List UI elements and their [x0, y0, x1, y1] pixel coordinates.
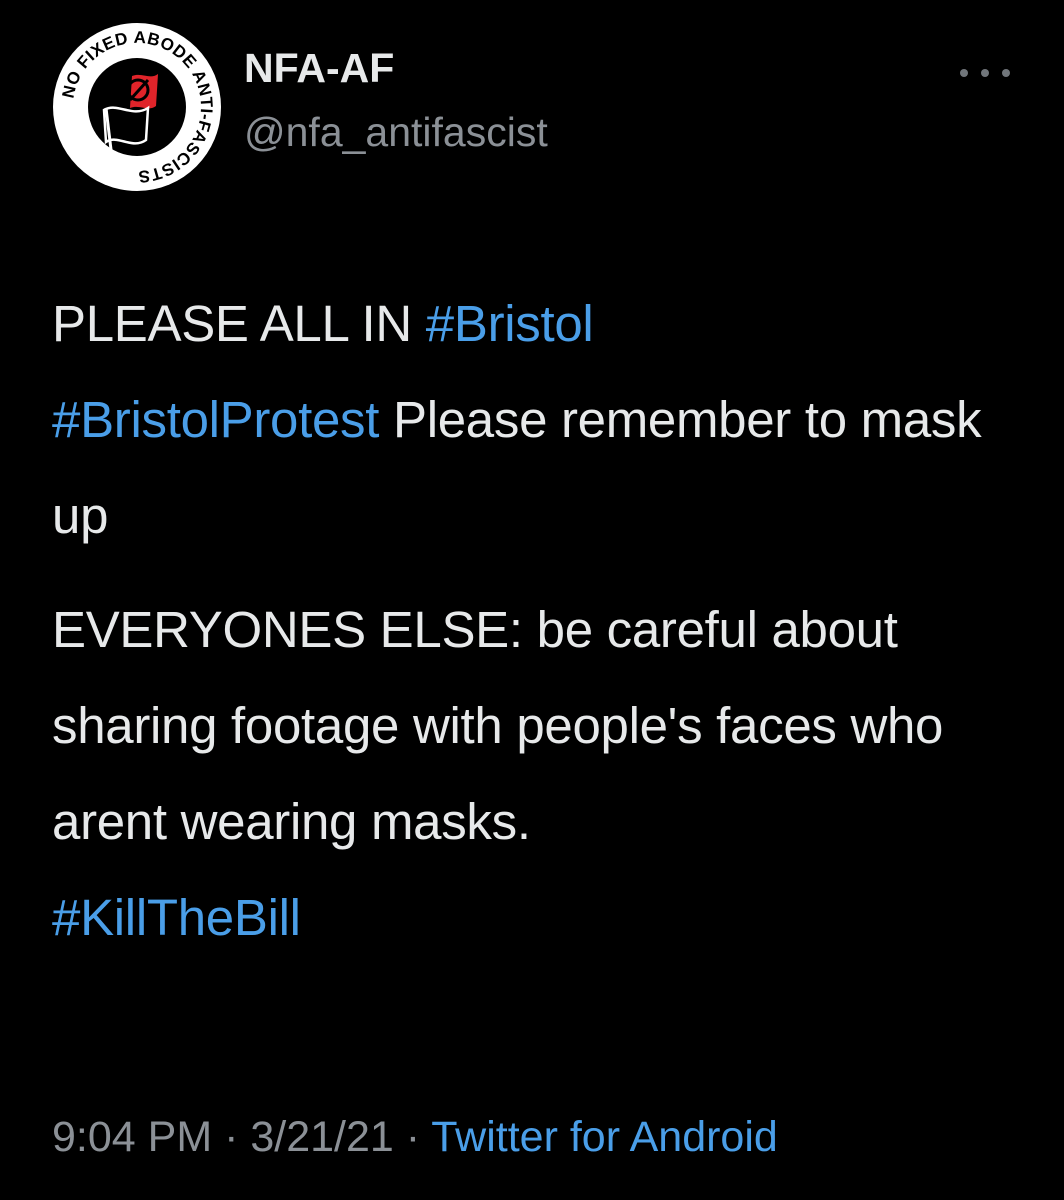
more-icon — [960, 69, 968, 77]
tweet-source-link[interactable]: Twitter for Android — [431, 1113, 778, 1161]
meta-separator: · — [212, 1113, 251, 1161]
more-icon-dot — [1002, 69, 1010, 77]
display-name[interactable]: NFA-AF — [244, 48, 394, 89]
tweet-time[interactable]: 9:04 PM — [52, 1113, 212, 1161]
tweet-text-segment: EVERYONES ELSE: be careful about sharing… — [52, 601, 944, 850]
tweet-text: PLEASE ALL IN #Bristol #BristolProtest Pl… — [52, 276, 1032, 966]
more-icon-dot — [981, 69, 989, 77]
tweet-date[interactable]: 3/21/21 — [250, 1113, 393, 1161]
more-options-button[interactable] — [960, 58, 1010, 88]
tweet-meta: 9:04 PM · 3/21/21 · Twitter for Android — [52, 1116, 778, 1159]
meta-separator: · — [393, 1113, 432, 1161]
hashtag-link-bristol[interactable]: #Bristol — [426, 295, 594, 352]
user-handle[interactable]: @nfa_antifascist — [244, 112, 548, 153]
hashtag-link-killthebill[interactable]: #KillTheBill — [52, 889, 301, 946]
tweet-paragraph-1: PLEASE ALL IN #Bristol #BristolProtest Pl… — [52, 276, 1032, 564]
avatar[interactable]: NO FIXED ABODE ANTI-FASCISTS — [52, 22, 222, 192]
tweet-text-segment: PLEASE ALL IN — [52, 295, 426, 352]
antifa-flag-logo-icon: NO FIXED ABODE ANTI-FASCISTS — [53, 23, 221, 191]
tweet-detail: NO FIXED ABODE ANTI-FASCISTS NFA-AF @nfa… — [0, 0, 1064, 1200]
tweet-paragraph-2: EVERYONES ELSE: be careful about sharing… — [52, 582, 1032, 966]
hashtag-link-bristolprotest[interactable]: #BristolProtest — [52, 391, 379, 448]
